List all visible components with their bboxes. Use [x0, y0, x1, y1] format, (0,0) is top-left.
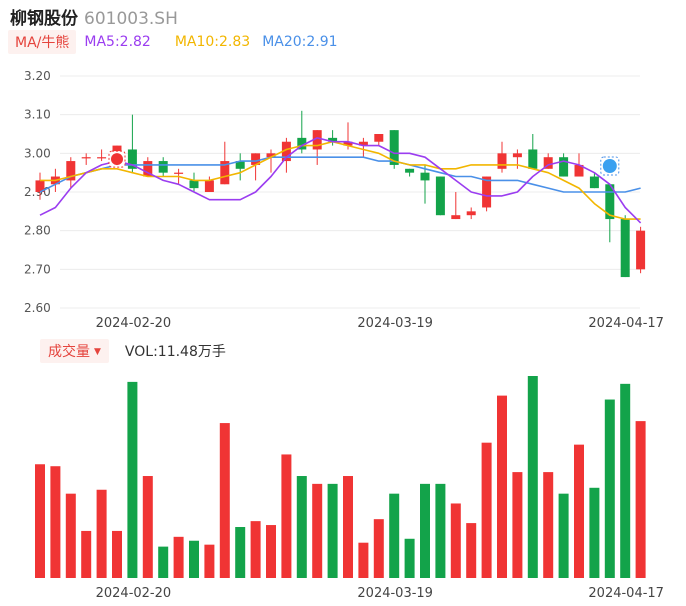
volume-bar [497, 395, 507, 578]
y-tick-label: 2.60 [24, 301, 51, 315]
y-tick-label: 2.70 [24, 262, 51, 276]
volume-bar [296, 476, 307, 578]
candle-body [528, 149, 538, 169]
volume-bar [620, 383, 631, 578]
volume-bar [543, 472, 554, 578]
volume-bar [219, 423, 230, 578]
candle-body [420, 172, 430, 181]
y-tick-label: 3.20 [24, 69, 51, 83]
candle-body [512, 153, 522, 158]
candle-body [435, 176, 445, 216]
volume-bar [343, 476, 353, 578]
volume-bar [527, 376, 538, 578]
volume-bar [358, 542, 369, 578]
volume-bar [435, 483, 446, 578]
candle-body [497, 153, 507, 169]
candle-body [636, 230, 646, 270]
candle-body [81, 157, 91, 159]
candle-body [589, 176, 599, 189]
volume-bar [404, 538, 415, 578]
volume-bar [389, 493, 400, 578]
volume-bar [589, 487, 600, 578]
x-tick-label: 2024-04-17 [588, 316, 664, 331]
volume-bar [35, 464, 45, 578]
y-tick-label: 3.10 [24, 108, 51, 122]
y-tick-label: 2.80 [24, 224, 51, 238]
volume-bar [558, 493, 569, 578]
x-tick-label: 2024-02-20 [96, 316, 172, 331]
volume-bar [312, 483, 323, 578]
volume-bar [450, 503, 461, 578]
volume-series [35, 376, 646, 578]
y-tick-label: 3.00 [24, 146, 51, 160]
candle-body [374, 134, 384, 142]
volume-bar [158, 546, 169, 578]
volume-bar [65, 493, 76, 578]
volume-bar [112, 530, 122, 578]
volume-bar [635, 421, 646, 578]
volume-x-tick-label: 2024-04-17 [588, 586, 664, 601]
volume-bar [604, 399, 615, 578]
volume-x-tick-label: 2024-03-19 [357, 586, 433, 601]
volume-bar [373, 519, 384, 578]
volume-bar [281, 454, 292, 578]
volume-bar [466, 523, 477, 578]
candle-body [620, 219, 630, 278]
bear-marker-icon [600, 156, 620, 176]
candle-body [466, 211, 476, 216]
candlestick-series [35, 110, 646, 278]
volume-bar [327, 483, 338, 578]
volume-x-tick-label: 2024-02-20 [96, 586, 172, 601]
volume-bar [250, 521, 261, 578]
bear-marker-dot [602, 159, 617, 173]
bull-marker-icon [108, 150, 126, 168]
x-tick-label: 2024-03-19 [357, 316, 433, 331]
volume-x-axis: 2024-02-20 2024-03-19 2024-04-17 [96, 586, 664, 601]
volume-bar [81, 530, 92, 578]
volume-bar [481, 442, 492, 578]
candle-body [204, 180, 214, 192]
candle-body [559, 157, 569, 177]
volume-bar [189, 540, 199, 578]
price-grid [60, 75, 640, 309]
volume-bar [235, 527, 246, 578]
candle-body [405, 168, 415, 173]
volume-bar [127, 381, 138, 578]
volume-bar [512, 472, 523, 578]
volume-bar [574, 444, 584, 578]
candle-body [451, 215, 461, 220]
volume-bar [173, 536, 184, 578]
candle-body [189, 180, 199, 189]
volume-bar [96, 489, 107, 578]
volume-bar [420, 483, 430, 578]
volume-bar [204, 544, 215, 578]
candle-body [158, 161, 168, 173]
volume-bar [50, 466, 61, 578]
volume-bar [266, 525, 276, 578]
bull-marker-dot [111, 153, 123, 166]
price-x-axis: 2024-02-20 2024-03-19 2024-04-17 [96, 316, 664, 331]
volume-bar [142, 476, 153, 578]
candle-body [97, 157, 107, 159]
stock-chart: 3.203.103.002.902.802.702.60 2024-02-202… [24, 69, 664, 601]
candle-body [174, 172, 184, 174]
